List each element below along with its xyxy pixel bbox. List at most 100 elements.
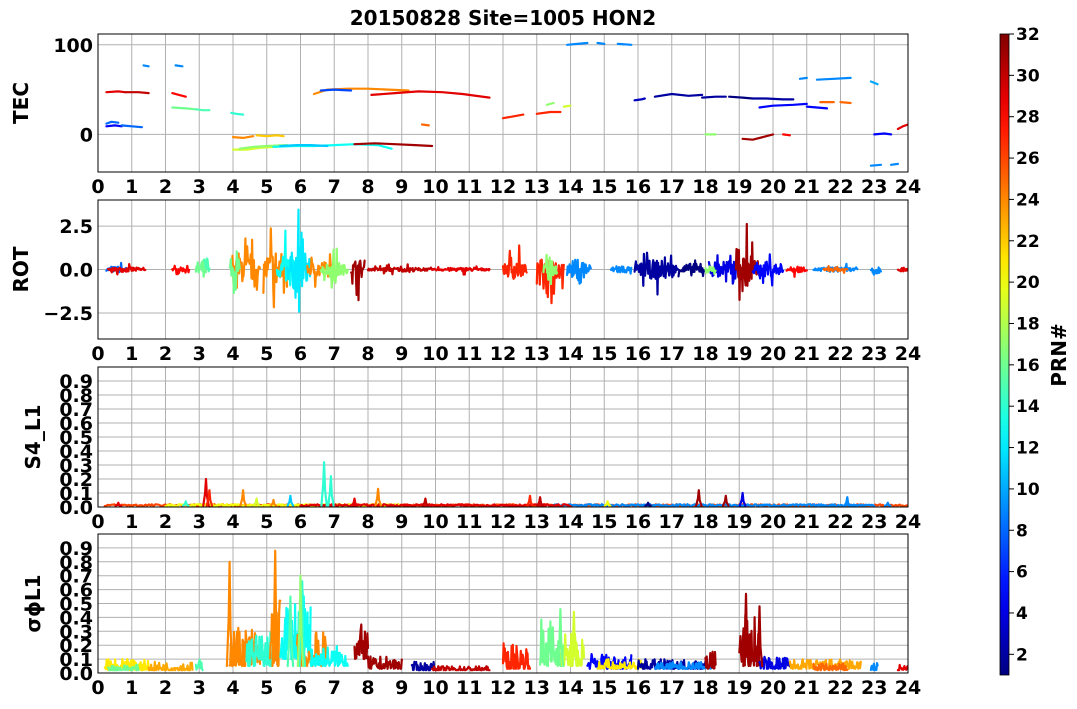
series-layer xyxy=(105,208,908,313)
x-tick-label: 21 xyxy=(794,343,820,365)
x-tick-label: 1 xyxy=(125,677,138,699)
x-tick-label: 3 xyxy=(193,343,206,365)
x-tick-label: 11 xyxy=(456,343,482,365)
x-tick-label: 10 xyxy=(422,511,448,533)
prn-9-baseline xyxy=(552,503,876,507)
y-tick-label: 0.9 xyxy=(59,538,93,560)
x-tick-label: 6 xyxy=(294,677,307,699)
prn-29-trace xyxy=(105,90,127,94)
prn-13-series xyxy=(279,589,312,661)
prn-28-trace xyxy=(171,92,187,98)
figure: 20150828 Site=1005 HON2 0 1 2 3 4 5 6 7 8 9 10 11 12… xyxy=(9,6,1071,699)
prn-12-series xyxy=(285,208,312,313)
colorbar-tick-label: 28 xyxy=(1016,108,1040,128)
x-tick-label: 24 xyxy=(895,677,921,699)
prn-9-trace xyxy=(174,64,184,68)
prn-27-trace xyxy=(535,110,562,115)
x-tick-label: 16 xyxy=(625,511,651,533)
prn-25-trace xyxy=(420,123,430,127)
prn-29-series xyxy=(896,266,908,273)
colorbar-tick-label: 6 xyxy=(1016,563,1028,583)
colorbar-tick-label: 8 xyxy=(1016,521,1028,541)
prn-10-trace xyxy=(869,80,879,86)
x-tick-label: 14 xyxy=(557,511,583,533)
panel-2: 0 1 2 3 4 5 6 7 8 9 10 11 12 13 14 15 16 17 18 19 20 21 22 23 24… xyxy=(9,199,921,365)
x-tick-label: 17 xyxy=(659,677,685,699)
y-axis-label: TEC xyxy=(9,82,33,124)
prn-31-series xyxy=(366,655,403,670)
x-tick-label: 20 xyxy=(760,176,786,198)
x-tick-label: 18 xyxy=(692,511,718,533)
prn-14-spike xyxy=(327,475,335,507)
x-tick-label: 0 xyxy=(91,677,104,699)
x-tick-label: 10 xyxy=(422,343,448,365)
x-tick-label: 19 xyxy=(726,176,752,198)
prn-17-trace xyxy=(545,101,555,106)
prn-22-trace xyxy=(255,134,285,138)
panels: 0 1 2 3 4 5 6 7 8 9 10 11 12 13 14 15 16 17 18 19 20 21 22 23 24… xyxy=(9,33,921,699)
x-tick-label: 4 xyxy=(226,176,239,198)
colorbar-tick-label: 22 xyxy=(1016,232,1040,252)
x-tick-label: 21 xyxy=(794,176,820,198)
x-tick-label: 1 xyxy=(125,511,138,533)
x-tick-label: 15 xyxy=(591,176,617,198)
prn-8-trace xyxy=(105,120,120,125)
x-tick-label: 16 xyxy=(625,677,651,699)
x-tick-label: 2 xyxy=(159,343,172,365)
x-tick-label: 7 xyxy=(328,511,341,533)
prn-5-trace xyxy=(873,132,893,136)
x-tick-label: 0 xyxy=(91,343,104,365)
colorbar: 2468101214161820222426283032PRN# xyxy=(999,25,1071,676)
x-tick-label: 11 xyxy=(456,176,482,198)
y-axis-label: σϕL1 xyxy=(21,574,45,632)
x-tick-label: 12 xyxy=(490,343,516,365)
x-tick-label: 23 xyxy=(861,176,887,198)
x-tick-label: 5 xyxy=(260,511,273,533)
series-layer xyxy=(103,549,908,672)
x-tick-label: 13 xyxy=(524,511,550,533)
colorbar-tick-label: 24 xyxy=(1016,190,1040,210)
colorbar-label: PRN# xyxy=(1047,323,1071,387)
colorbar-bar xyxy=(999,33,1010,676)
x-tick-label: 16 xyxy=(625,176,651,198)
prn-29-baseline xyxy=(299,503,572,507)
x-tick-label: 5 xyxy=(260,343,273,365)
x-tick-label: 17 xyxy=(659,176,685,198)
x-tick-label: 18 xyxy=(692,343,718,365)
prn-2-trace xyxy=(701,95,727,99)
x-tick-label: 11 xyxy=(456,511,482,533)
prn-30-series xyxy=(366,263,434,276)
y-tick-label: 100 xyxy=(53,35,93,57)
prn-14-spike xyxy=(182,500,190,507)
prn-7-trace xyxy=(319,88,353,92)
prn-31-series xyxy=(353,623,370,661)
colorbar-tick-label: 26 xyxy=(1016,149,1040,169)
prn-5-trace xyxy=(105,124,123,128)
y-tick-label: −2.5 xyxy=(43,303,93,325)
prn-5-trace xyxy=(805,105,829,110)
x-tick-label: 8 xyxy=(361,343,374,365)
x-tick-label: 3 xyxy=(193,176,206,198)
prn-14-spike xyxy=(320,461,328,507)
prn-29-series xyxy=(431,265,491,276)
x-tick-label: 22 xyxy=(827,511,853,533)
prn-1-trace xyxy=(728,95,754,100)
prn-29-trace xyxy=(896,123,908,131)
prn-9-series xyxy=(869,266,883,276)
y-axis-label: S4_L1 xyxy=(21,405,45,470)
x-tick-label: 8 xyxy=(361,511,374,533)
x-tick-label: 7 xyxy=(328,343,341,365)
chart-title: 20150828 Site=1005 HON2 xyxy=(350,6,656,30)
prn-27-series xyxy=(501,244,528,280)
colorbar-tick-label: 16 xyxy=(1016,356,1040,376)
x-tick-label: 19 xyxy=(726,343,752,365)
x-tick-label: 4 xyxy=(226,677,239,699)
prn-9-trace xyxy=(142,64,150,68)
x-tick-label: 20 xyxy=(760,677,786,699)
x-tick-label: 23 xyxy=(861,677,887,699)
x-tick-label: 7 xyxy=(328,176,341,198)
prn-31-series xyxy=(704,650,717,670)
x-tick-label: 22 xyxy=(827,176,853,198)
y-axis-label: ROT xyxy=(9,246,33,292)
prn-28-trace xyxy=(782,133,791,137)
